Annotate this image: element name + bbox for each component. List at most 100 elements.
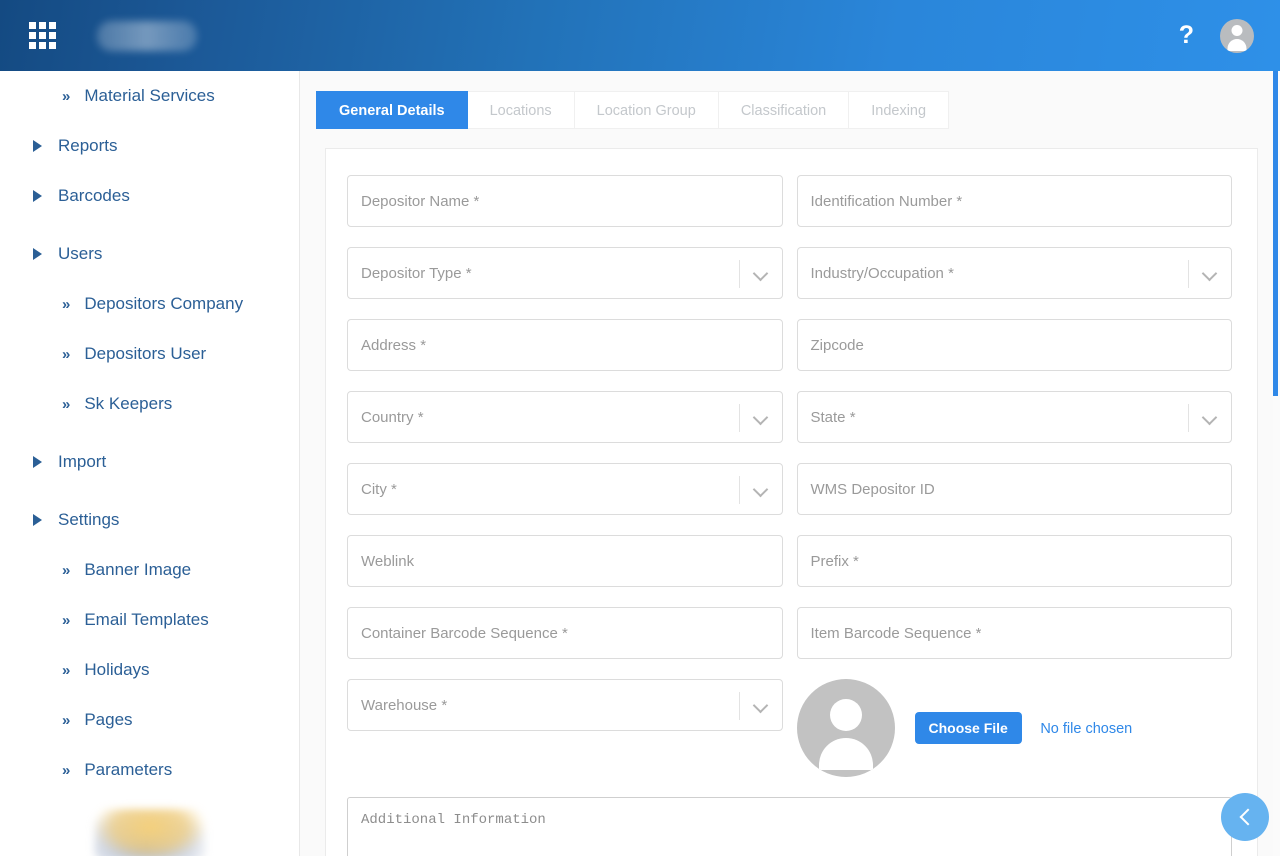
warehouse-select[interactable]: Warehouse * [347, 679, 783, 731]
industry-occupation-select[interactable]: Industry/Occupation * [796, 247, 1232, 299]
tab-bar: General Details Locations Location Group Cl… [300, 71, 1280, 129]
collapse-panel-fab[interactable] [1221, 793, 1269, 841]
weblink-input[interactable]: Weblink [347, 535, 783, 587]
sidebar-group-spacer [0, 429, 299, 437]
sidebar-item-barcodes[interactable]: Barcodes [0, 171, 299, 221]
chevron-down-icon[interactable] [752, 481, 768, 498]
main-content-area: General Details Locations Location Group Cl… [300, 71, 1280, 856]
city-placeholder: City * [361, 480, 397, 498]
prefix-placeholder: Prefix * [810, 552, 859, 570]
user-avatar[interactable] [1220, 18, 1254, 53]
state-select[interactable]: State * [796, 391, 1232, 443]
help-icon[interactable]: ? [1179, 23, 1194, 48]
depositor-type-select[interactable]: Depositor Type * [347, 247, 783, 299]
caret-right-icon [33, 456, 42, 468]
form-column: Weblink [347, 535, 783, 587]
form-row: City * WMS Depositor ID [347, 463, 1232, 515]
chevron-double-right-icon: » [62, 661, 70, 679]
form-row: Container Barcode Sequence * Item Barcode… [347, 607, 1232, 659]
wms-depositor-id-input[interactable]: WMS Depositor ID [796, 463, 1232, 515]
sidebar-item-depositors-company[interactable]: » Depositors Company [0, 279, 299, 329]
sidebar-item-label: Depositors Company [84, 294, 244, 313]
item-barcode-sequence-placeholder: Item Barcode Sequence * [810, 624, 982, 642]
sidebar-footer-logo [93, 809, 206, 856]
city-select[interactable]: City * [347, 463, 783, 515]
depositor-name-placeholder: Depositor Name * [361, 192, 480, 210]
prefix-input[interactable]: Prefix * [796, 535, 1232, 587]
chevron-down-icon[interactable] [752, 409, 768, 426]
sidebar-item-label: Import [58, 452, 107, 471]
sidebar-item-settings[interactable]: Settings [0, 495, 299, 545]
chevron-down-icon[interactable] [1201, 265, 1218, 282]
sidebar-item-pages[interactable]: » Pages [0, 695, 299, 745]
form-column: WMS Depositor ID [796, 463, 1232, 515]
tab-location-group[interactable]: Location Group [574, 91, 719, 129]
grid-apps-icon[interactable] [29, 21, 57, 50]
country-select[interactable]: Country * [347, 391, 783, 443]
sidebar-item-sk-keepers[interactable]: » Sk Keepers [0, 379, 299, 429]
sidebar-item-label: Holidays [84, 660, 150, 679]
chevron-down-icon[interactable] [752, 697, 768, 714]
depositor-type-placeholder: Depositor Type * [361, 264, 472, 282]
select-divider [738, 476, 740, 504]
identification-number-placeholder: Identification Number * [810, 192, 963, 210]
sidebar-item-label: Email Templates [84, 610, 209, 629]
sidebar-item-import[interactable]: Import [0, 437, 299, 487]
select-divider [738, 404, 740, 432]
chevron-double-right-icon: » [62, 395, 70, 413]
form-column: Address * [347, 319, 783, 371]
form-row: Country * State * [347, 391, 1232, 443]
form-column: Identification Number * [796, 175, 1232, 227]
page-scrollbar-thumb[interactable] [1273, 71, 1278, 396]
sidebar-item-label: Banner Image [84, 560, 192, 579]
container-barcode-sequence-input[interactable]: Container Barcode Sequence * [347, 607, 783, 659]
chevron-double-right-icon: » [62, 87, 70, 105]
sidebar-item-parameters[interactable]: » Parameters [0, 745, 299, 795]
sidebar-item-material-services[interactable]: » Material Services [0, 71, 299, 121]
tab-classification[interactable]: Classification [718, 91, 850, 129]
sidebar-item-label: Barcodes [58, 186, 130, 205]
caret-right-icon [33, 140, 42, 152]
address-input[interactable]: Address * [347, 319, 783, 371]
caret-right-icon [33, 514, 42, 526]
chevron-double-right-icon: » [62, 295, 70, 313]
tab-indexing[interactable]: Indexing [849, 91, 950, 129]
sidebar-item-label: Sk Keepers [84, 394, 173, 413]
form-column: Industry/Occupation * [796, 247, 1232, 299]
sidebar-item-label: Reports [58, 136, 118, 155]
chevron-down-icon[interactable] [752, 265, 768, 282]
form-column: City * [347, 463, 783, 515]
sidebar-item-label: Depositors User [84, 344, 207, 363]
brand-logo[interactable] [97, 20, 197, 51]
sidebar-item-banner-image[interactable]: » Banner Image [0, 545, 299, 595]
caret-right-icon [33, 248, 42, 260]
zipcode-placeholder: Zipcode [810, 336, 864, 354]
sidebar-item-users[interactable]: Users [0, 229, 299, 279]
form-column: Country * [347, 391, 783, 443]
additional-information-textarea[interactable]: Additional Information [347, 797, 1232, 856]
form-row: Weblink Prefix * [347, 535, 1232, 587]
depositor-name-input[interactable]: Depositor Name * [347, 175, 783, 227]
chevron-left-icon [1239, 808, 1256, 826]
zipcode-input[interactable]: Zipcode [796, 319, 1232, 371]
chevron-down-icon[interactable] [1201, 409, 1218, 426]
form-column: Depositor Name * [347, 175, 783, 227]
sidebar-item-list: » Material Services Reports Barcodes Users » D… [0, 71, 299, 795]
item-barcode-sequence-input[interactable]: Item Barcode Sequence * [796, 607, 1232, 659]
wms-depositor-id-placeholder: WMS Depositor ID [810, 480, 935, 498]
identification-number-input[interactable]: Identification Number * [796, 175, 1232, 227]
sidebar-navigation[interactable]: » Material Services Reports Barcodes Users » D… [0, 71, 300, 856]
warehouse-placeholder: Warehouse * [361, 696, 448, 714]
tab-locations[interactable]: Locations [467, 91, 575, 129]
file-input-group: Choose File No file chosen [914, 712, 1133, 744]
tab-general-details[interactable]: General Details [316, 91, 468, 129]
form-column: Zipcode [796, 319, 1232, 371]
choose-file-button[interactable]: Choose File [914, 712, 1022, 744]
sidebar-item-depositors-user[interactable]: » Depositors User [0, 329, 299, 379]
sidebar-item-holidays[interactable]: » Holidays [0, 645, 299, 695]
sidebar-group-spacer [0, 221, 299, 229]
general-details-form-card: Depositor Name * Identification Number * D… [325, 148, 1258, 856]
sidebar-item-reports[interactable]: Reports [0, 121, 299, 171]
file-status-text: No file chosen [1040, 721, 1133, 737]
sidebar-item-email-templates[interactable]: » Email Templates [0, 595, 299, 645]
